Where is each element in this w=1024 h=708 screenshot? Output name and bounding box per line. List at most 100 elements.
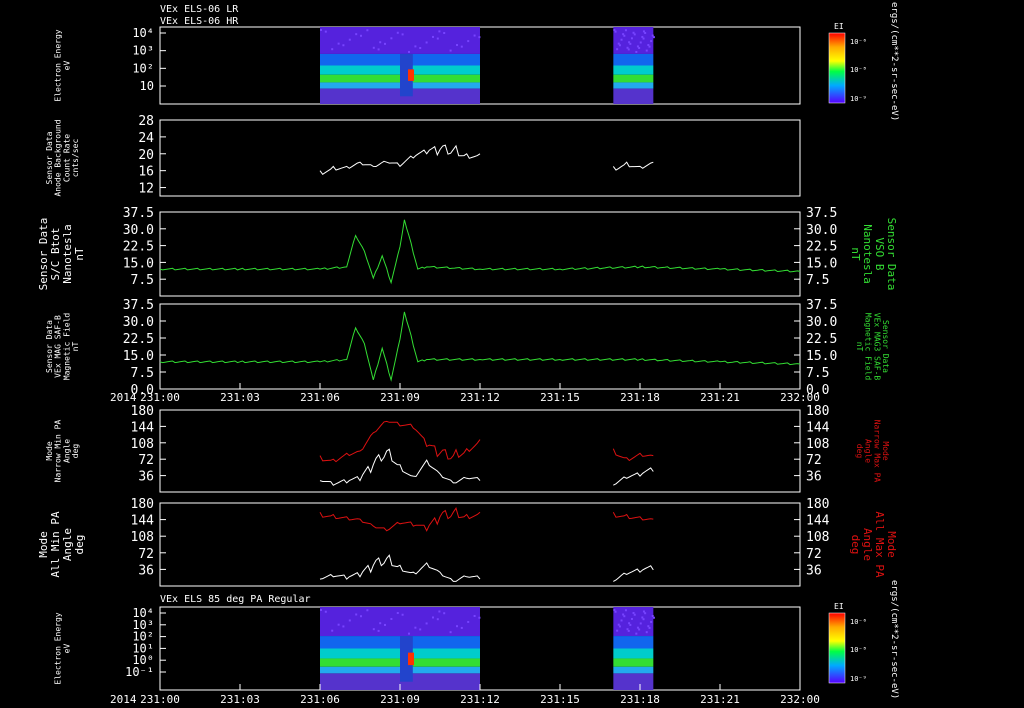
spectrogram-speckle [632, 611, 635, 614]
spectrogram-speckle [617, 623, 620, 626]
ytick-label: 30.0 [123, 223, 154, 238]
series-line [319, 507, 481, 532]
ytick-label-right: 180 [806, 404, 829, 419]
spectrogram-speckle [620, 619, 623, 622]
ylabel-right-line: Sensor Data [881, 320, 890, 373]
ylabel-line: Magnetic Field [62, 313, 71, 381]
colorbar-top-tick-0: 10⁻⁶ [850, 38, 867, 46]
ylabel-line: VEx MAG SAF-B [54, 315, 63, 378]
spectrogram-speckle [348, 619, 351, 622]
spectrogram-speckle [337, 42, 340, 45]
spectrogram-speckle [623, 34, 626, 37]
ylabel-line: Anode Background [54, 119, 63, 196]
spectrogram-speckle [460, 45, 463, 48]
spectrogram-speckle [324, 30, 327, 33]
panel-1-ylabel: Sensor DataAnode BackgroundCount Ratecnt… [45, 119, 80, 196]
spectrogram-speckle [372, 46, 375, 49]
spectrogram-speckle [629, 623, 632, 626]
panel-1: Sensor DataAnode BackgroundCount Ratecnt… [45, 114, 801, 197]
spectrogram-speckle [355, 33, 358, 36]
spectrogram-speckle [636, 626, 639, 629]
spectrogram-band [613, 88, 654, 104]
ylabel-line: Count Rate [62, 134, 71, 182]
ytick-label-right: 22.5 [806, 332, 837, 347]
panel-4-ylabel: ModeNarrow Min PAAngledeg [45, 420, 80, 483]
spectrogram-speckle [467, 40, 470, 43]
spectrogram-band [613, 65, 654, 75]
spectrogram-speckle [613, 609, 616, 611]
panel-4: ModeNarrow Min PAAngledeg ModeNarrow Max … [45, 404, 890, 493]
ylabel-line: Angle [62, 439, 71, 463]
spectrogram-speckle [331, 629, 334, 632]
spectrogram-speckle [377, 629, 380, 632]
header-title-hr: VEx ELS-06 HR [160, 16, 239, 27]
spectrogram-speckle [401, 33, 404, 36]
series-line [613, 565, 654, 582]
spectrogram-speckle [478, 36, 481, 39]
time-tick-label: 231:06 [300, 693, 340, 706]
colorbar-top: EI 10⁻⁶ 10⁻⁸ 10⁻⁹ [828, 22, 867, 104]
ytick-label-right: 22.5 [806, 240, 837, 255]
ylabel-right-line: Magnetic Field [864, 313, 873, 381]
spectrogram-speckle [436, 37, 439, 40]
ytick-label: 10 [140, 79, 154, 93]
spectrogram-peak [408, 69, 414, 81]
spectrogram-speckle [438, 30, 441, 33]
spectrogram-speckle [419, 628, 422, 631]
panel-0: Electron EnergyeV 10 10² 10³ 10⁴ [54, 26, 801, 105]
colorbar-top-gradient [828, 32, 846, 104]
ylabel-line: nT [73, 247, 86, 261]
spectrogram-speckle [630, 37, 633, 40]
panel-frame [159, 211, 801, 297]
series-line [612, 161, 654, 171]
colorbar-top-tick-1: 10⁻⁸ [850, 66, 867, 74]
ytick-label: 7.5 [131, 273, 154, 288]
colorbar-bottom-title: EI [834, 602, 844, 611]
ytick-label: 24 [138, 131, 154, 146]
spectrogram-speckle [616, 629, 619, 632]
colorbar-top-tick-2: 10⁻⁹ [850, 95, 867, 103]
panel-5-ylabel: ModeAll Min PAAngledeg [37, 511, 86, 578]
spectrogram-speckle [473, 34, 476, 37]
spectrogram-speckle [460, 626, 463, 629]
time-axis-year: 2014 [110, 391, 137, 404]
spectrogram-speckle [630, 617, 633, 620]
spectrogram-speckle [647, 625, 650, 628]
spectrogram-speckle [635, 632, 638, 635]
ytick-label: 28 [138, 114, 154, 129]
spectrogram-speckle [650, 40, 653, 43]
spectrogram-speckle [390, 37, 393, 40]
ylabel-line: deg [73, 535, 86, 555]
ytick-label: 180 [131, 404, 154, 419]
spectrogram-speckle [639, 41, 642, 44]
ylabel-right-line: Angle [864, 439, 873, 463]
spectrogram-speckle [438, 610, 441, 613]
time-tick-label: 231:03 [220, 391, 260, 404]
spectrogram-speckle [642, 37, 645, 40]
panel-4-ylabel-right: ModeNarrow Max PAAngledeg [855, 420, 890, 483]
colorbar-side-label-top: ergs/(cm**2-sr-sec-eV) [889, 2, 899, 121]
panels-layer: Electron EnergyeV1010²10³10⁴Sensor DataA… [37, 26, 898, 691]
ytick-label: 37.5 [123, 298, 154, 313]
spectrogram-speckle [638, 47, 641, 50]
spectrogram-speckle [642, 618, 645, 621]
colorbar-bottom-tick-2: 10⁻⁹ [850, 675, 867, 683]
time-tick-label: 231:12 [460, 391, 500, 404]
colorbar-top-title: EI [834, 22, 844, 31]
ylabel-line: Narrow Min PA [54, 420, 63, 483]
spectrogram-speckle [425, 622, 428, 625]
spectrogram-speckle [633, 33, 636, 36]
ytick-label: 22.5 [123, 332, 154, 347]
ytick-label: 72 [138, 547, 154, 562]
spectrogram-speckle [408, 632, 410, 635]
ylabel-right-line: deg [849, 535, 862, 555]
ylabel-line: Electron Energy [54, 29, 63, 101]
spectrogram-speckle [629, 42, 632, 45]
spectrogram-speckle [337, 623, 340, 626]
spectrogram-speckle [641, 616, 644, 619]
ytick-label-right: 144 [806, 514, 830, 529]
ylabel-right-line: Nanotesla [861, 224, 874, 284]
ytick-label: 12 [138, 182, 154, 197]
panel-3: Sensor DataVEx MAG SAF-BMagnetic FieldnT… [45, 298, 890, 398]
ytick-label: 180 [131, 497, 154, 512]
